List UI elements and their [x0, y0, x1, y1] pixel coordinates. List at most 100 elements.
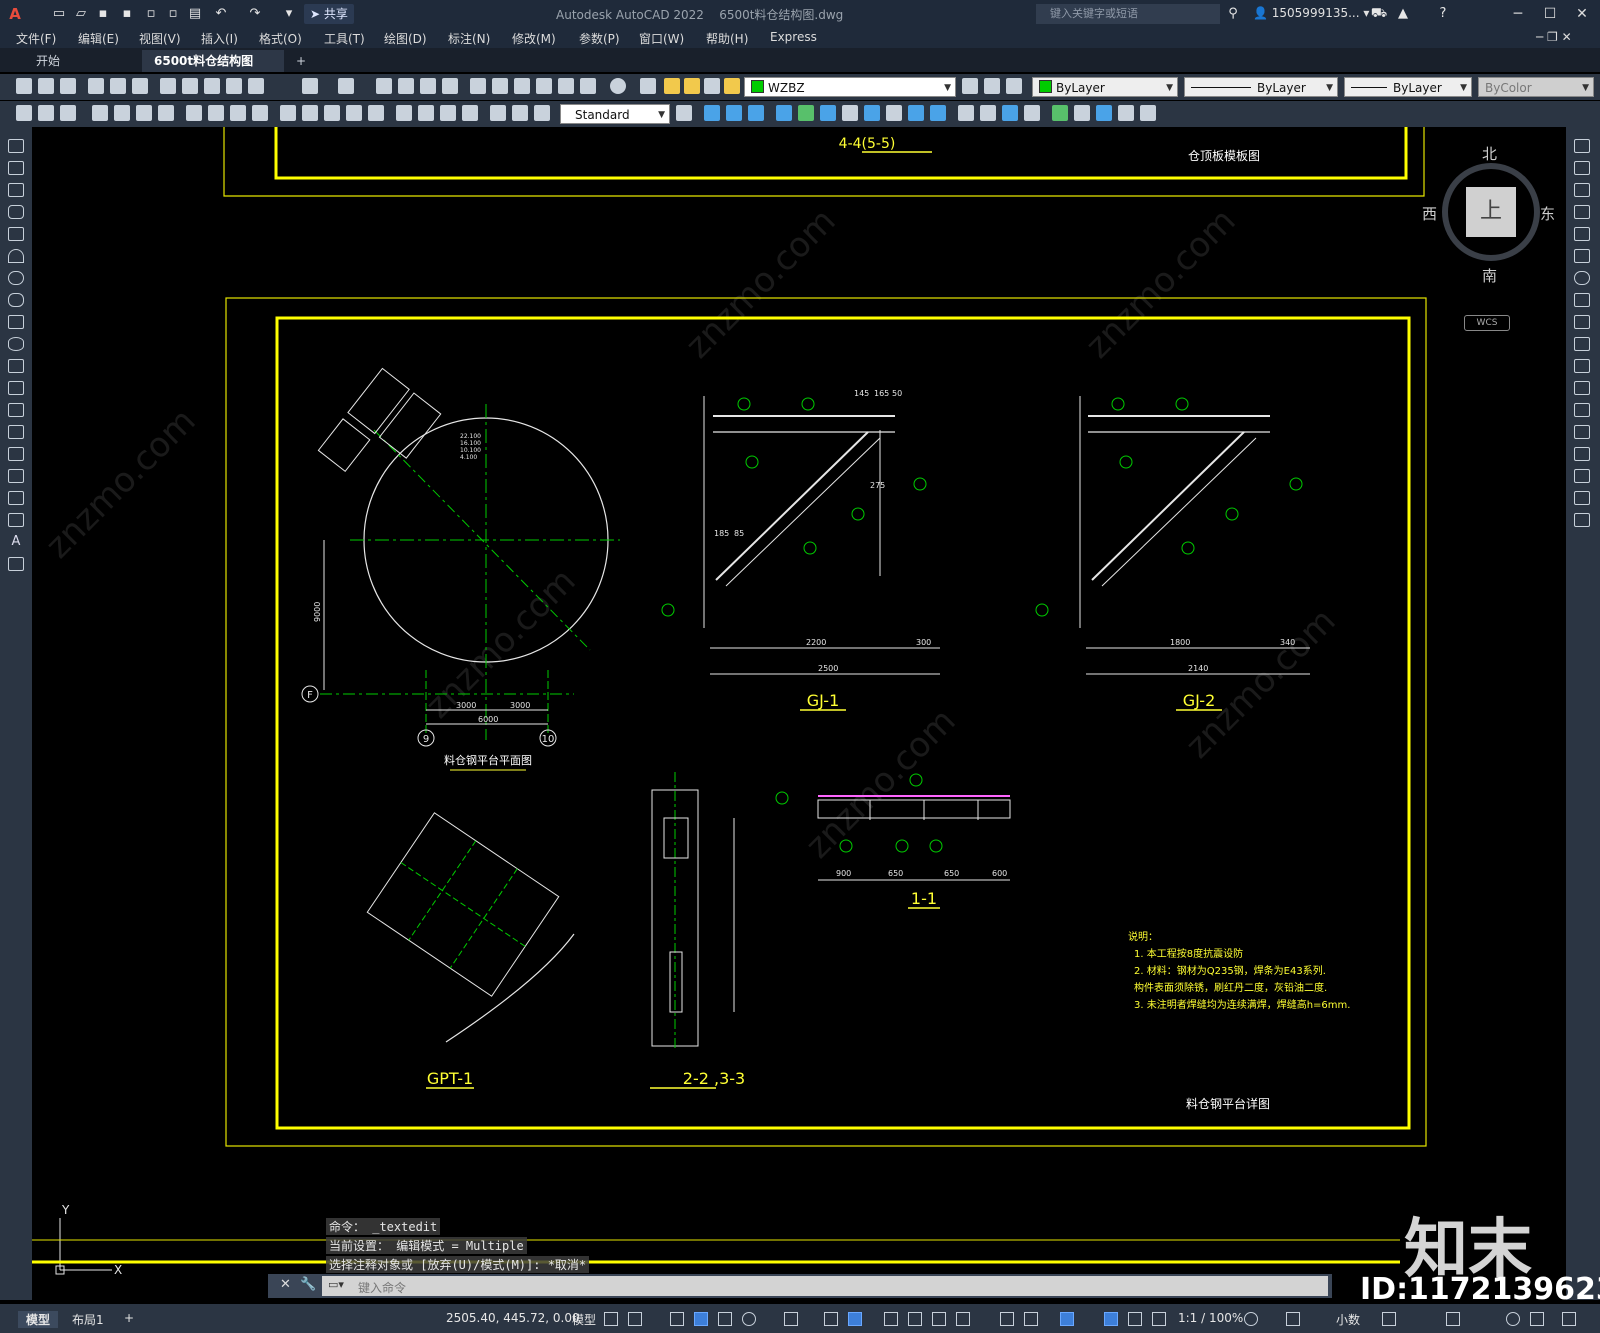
text-icon[interactable]: A	[8, 535, 24, 549]
join-right-icon[interactable]	[1574, 425, 1590, 439]
drawing-canvas[interactable]: znzmo.com znzmo.com znzmo.com znzmo.com …	[32, 127, 1566, 1300]
chamfer-icon[interactable]	[908, 105, 924, 121]
chamfer-right-icon[interactable]	[1574, 447, 1590, 461]
paste-icon[interactable]	[204, 78, 220, 94]
plot-icon[interactable]: ▤	[186, 5, 204, 23]
new-tab-button[interactable]: +	[284, 50, 318, 72]
rotate-right-icon[interactable]	[1574, 271, 1590, 285]
save-toolbar-icon[interactable]	[60, 78, 76, 94]
viewcube-top-face[interactable]: 上	[1466, 187, 1516, 237]
mirror-right-icon[interactable]	[1574, 183, 1590, 197]
menu-edit[interactable]: 编辑(E)	[78, 30, 119, 47]
ellipse-icon[interactable]	[8, 337, 24, 351]
line-icon[interactable]	[8, 139, 24, 153]
offset-icon[interactable]	[980, 105, 996, 121]
save-web-icon[interactable]: ▫	[164, 5, 182, 23]
preview-icon[interactable]	[110, 78, 126, 94]
command-input[interactable]: ▭▾ 键入命令	[322, 1276, 1328, 1296]
move-icon[interactable]	[704, 105, 720, 121]
compass-west[interactable]: 西	[1422, 203, 1437, 224]
baseline-dim-icon[interactable]	[302, 105, 318, 121]
graphics-performance-icon[interactable]	[1530, 1312, 1544, 1326]
grid-icon[interactable]	[604, 1312, 618, 1326]
polar-icon[interactable]	[742, 1312, 756, 1326]
explode-right-icon[interactable]	[1574, 513, 1590, 527]
layer-dropdown[interactable]: WZBZ ▼	[744, 77, 956, 97]
tolerance-icon[interactable]	[396, 105, 412, 121]
lineweight-icon[interactable]	[884, 1312, 898, 1326]
pan-icon[interactable]	[376, 78, 392, 94]
selection-cycling-icon[interactable]	[932, 1312, 946, 1326]
menu-parametric[interactable]: 参数(P)	[579, 30, 620, 47]
ellipse-arc-icon[interactable]	[8, 359, 24, 373]
help-toolbar-icon[interactable]	[610, 78, 626, 94]
add-layout-icon[interactable]: +	[124, 1311, 134, 1325]
lock-ui-icon[interactable]	[1446, 1312, 1460, 1326]
gizmo-icon[interactable]	[1060, 1312, 1074, 1326]
maximize-button[interactable]: ☐	[1540, 4, 1560, 24]
dim-edit-icon[interactable]	[490, 105, 506, 121]
jogged-dim-icon[interactable]	[208, 105, 224, 121]
transparency-icon[interactable]	[908, 1312, 922, 1326]
gradient-icon[interactable]	[8, 469, 24, 483]
ungroup-icon[interactable]	[1074, 105, 1090, 121]
zoom-previous-icon[interactable]	[442, 78, 458, 94]
layer-previous-icon[interactable]	[984, 78, 1000, 94]
open-file-icon[interactable]: ▱	[72, 5, 90, 23]
angular-dim-icon[interactable]	[252, 105, 268, 121]
customization-icon[interactable]	[1562, 1312, 1576, 1326]
dim-space-icon[interactable]	[346, 105, 362, 121]
rotate-icon[interactable]	[776, 105, 792, 121]
hatch-icon[interactable]	[8, 447, 24, 461]
snap-icon[interactable]	[628, 1312, 642, 1326]
polygon-icon[interactable]	[8, 205, 24, 219]
copy-obj-icon[interactable]	[726, 105, 742, 121]
dim-break-icon[interactable]	[368, 105, 384, 121]
menu-tools[interactable]: 工具(T)	[324, 30, 365, 47]
arc-length-icon[interactable]	[136, 105, 152, 121]
layer-lock-icon[interactable]	[724, 78, 740, 94]
table-draw-icon[interactable]	[8, 513, 24, 527]
markup-icon[interactable]	[558, 78, 574, 94]
layer-vp-freeze-icon[interactable]	[704, 78, 720, 94]
erase-right-icon[interactable]	[1574, 139, 1590, 153]
extend-right-icon[interactable]	[1574, 359, 1590, 373]
dim-update-icon[interactable]	[534, 105, 550, 121]
continue-dim-icon[interactable]	[324, 105, 340, 121]
otrack-icon[interactable]	[824, 1312, 838, 1326]
cut-icon[interactable]	[160, 78, 176, 94]
zoom-window-icon[interactable]	[420, 78, 436, 94]
3d-osnap-icon[interactable]	[956, 1312, 970, 1326]
new-file-icon[interactable]: ▭	[50, 5, 68, 23]
array-icon[interactable]	[930, 105, 946, 121]
help-icon[interactable]: ?	[1434, 5, 1452, 23]
blend-icon[interactable]	[1574, 491, 1590, 505]
quick-dim-icon[interactable]	[280, 105, 296, 121]
match-prop-icon[interactable]	[226, 78, 242, 94]
ordinate-dim-icon[interactable]	[158, 105, 174, 121]
autodesk-a360-icon[interactable]: ▲	[1394, 5, 1412, 23]
minimize-button[interactable]: ─	[1508, 4, 1528, 24]
inspection-icon[interactable]	[440, 105, 456, 121]
point-icon[interactable]	[8, 425, 24, 439]
color-dropdown[interactable]: ByLayer ▼	[1032, 77, 1178, 97]
iso-draft-icon[interactable]	[784, 1312, 798, 1326]
wcs-menu[interactable]: WCS	[1464, 315, 1510, 331]
add-selected-icon[interactable]	[8, 557, 24, 571]
offset-right-icon[interactable]	[1574, 205, 1590, 219]
fillet-right-icon[interactable]	[1574, 469, 1590, 483]
trim-icon[interactable]	[842, 105, 858, 121]
menu-file[interactable]: 文件(F)	[16, 30, 56, 47]
insert-block-icon[interactable]	[8, 381, 24, 395]
plot-toolbar-icon[interactable]	[88, 78, 104, 94]
publish-icon[interactable]	[132, 78, 148, 94]
block-editor-icon[interactable]	[248, 78, 264, 94]
zoom-realtime-icon[interactable]	[398, 78, 414, 94]
join-icon[interactable]	[1024, 105, 1040, 121]
tool-palette-icon[interactable]	[514, 78, 530, 94]
selection-filter-icon[interactable]	[1024, 1312, 1038, 1326]
close-command-icon[interactable]: ✕	[280, 1277, 291, 1292]
revcloud-icon[interactable]	[8, 293, 24, 307]
redo-toolbar-icon[interactable]	[338, 78, 354, 94]
scale-right-icon[interactable]	[1574, 293, 1590, 307]
